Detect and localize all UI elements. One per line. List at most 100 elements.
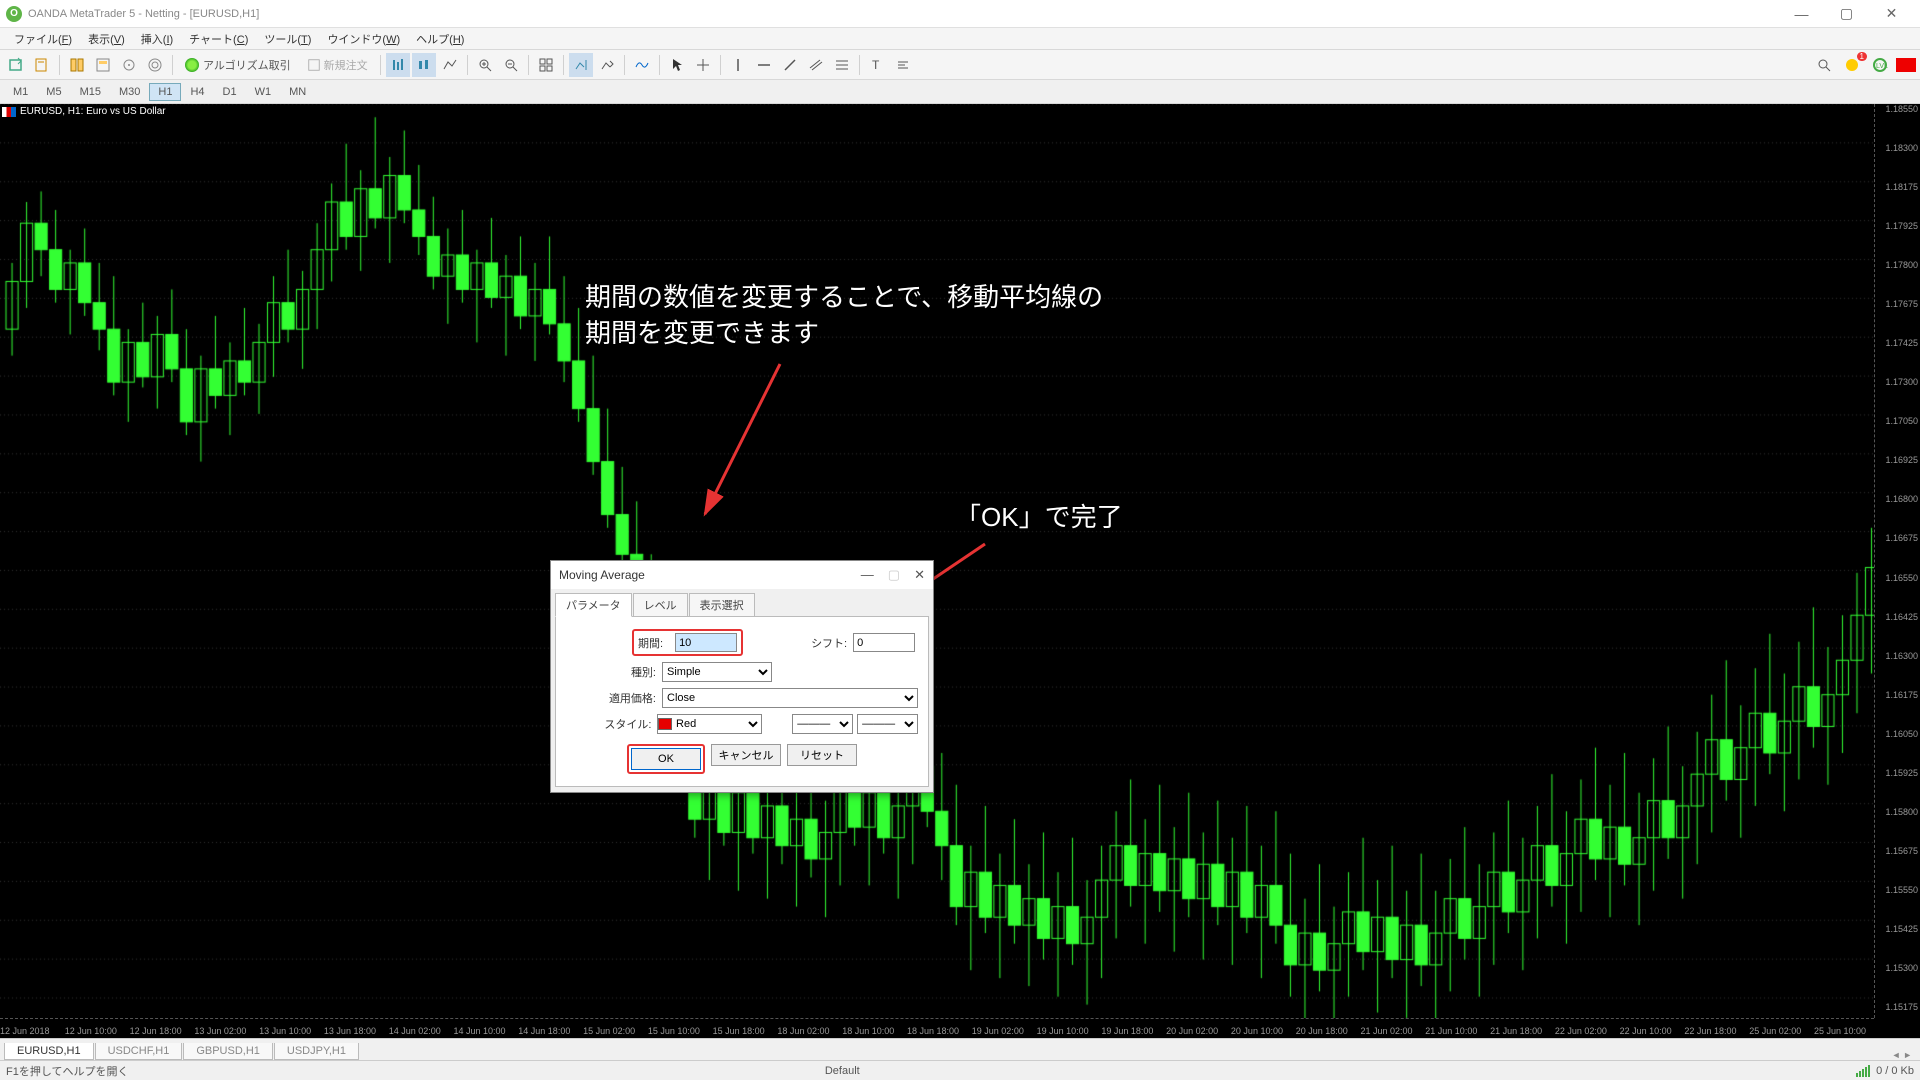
search-button[interactable]	[1812, 53, 1836, 77]
maximize-button[interactable]: ▢	[1824, 0, 1869, 28]
tab-scroll-arrows[interactable]: ◄ ►	[1888, 1050, 1916, 1060]
titlebar: O OANDA MetaTrader 5 - Netting - [EURUSD…	[0, 0, 1920, 28]
price-tick: 1.16300	[1885, 651, 1918, 661]
signals-icon[interactable]: LVL	[1868, 53, 1892, 77]
line-chart-button[interactable]	[438, 53, 462, 77]
style-line-select[interactable]: ———	[792, 714, 853, 734]
status-connection[interactable]: 0 / 0 Kb	[1876, 1065, 1914, 1077]
new-order-button[interactable]: 新規注文	[300, 53, 375, 77]
chart-header: EURUSD, H1: Euro vs US Dollar	[2, 106, 166, 117]
data-window-button[interactable]	[91, 53, 115, 77]
chart-tab-GBPUSD-H1[interactable]: GBPUSD,H1	[183, 1043, 273, 1060]
terminal-button[interactable]	[143, 53, 167, 77]
timeframe-H4[interactable]: H4	[181, 83, 213, 101]
objects-button[interactable]	[891, 53, 915, 77]
menu-ヘルプ[interactable]: ヘルプ(H)	[408, 29, 472, 49]
price-tick: 1.15175	[1885, 1002, 1918, 1012]
reset-button[interactable]: リセット	[787, 744, 857, 766]
timeframe-M30[interactable]: M30	[110, 83, 149, 101]
indicators-button[interactable]	[630, 53, 654, 77]
lang-flag-icon[interactable]	[1896, 58, 1916, 72]
ok-button[interactable]: OK	[631, 748, 701, 770]
autoscroll-button[interactable]	[569, 53, 593, 77]
bar-chart-button[interactable]	[386, 53, 410, 77]
profiles-button[interactable]	[30, 53, 54, 77]
dialog-tabs: パラメータ レベル 表示選択	[551, 589, 933, 617]
dialog-close-button[interactable]: ✕	[914, 567, 925, 583]
price-axis: 1.185501.183001.181751.179251.178001.176…	[1874, 104, 1920, 1018]
menu-チャート[interactable]: チャート(C)	[181, 29, 256, 49]
horizontal-line-button[interactable]	[752, 53, 776, 77]
price-tick: 1.15925	[1885, 768, 1918, 778]
timeframe-H1[interactable]: H1	[149, 83, 181, 101]
ok-highlight-frame: OK	[627, 744, 705, 774]
window-title: OANDA MetaTrader 5 - Netting - [EURUSD,H…	[28, 8, 259, 20]
chart-tab-EURUSD-H1[interactable]: EURUSD,H1	[4, 1043, 94, 1060]
symbol-flag-icon	[2, 107, 16, 117]
timeframe-M1[interactable]: M1	[4, 83, 37, 101]
time-tick: 20 Jun 10:00	[1231, 1026, 1283, 1036]
timeframe-M15[interactable]: M15	[71, 83, 110, 101]
period-input[interactable]	[675, 633, 737, 652]
trend-line-button[interactable]	[778, 53, 802, 77]
zoom-out-button[interactable]	[499, 53, 523, 77]
dialog-maximize-button[interactable]: ▢	[888, 567, 900, 583]
tile-button[interactable]	[534, 53, 558, 77]
tab-levels[interactable]: レベル	[633, 593, 688, 617]
cursor-tool-button[interactable]	[665, 53, 689, 77]
method-select[interactable]: Simple	[662, 662, 772, 682]
minimize-button[interactable]: —	[1779, 0, 1824, 28]
status-profile[interactable]: Default	[825, 1065, 860, 1077]
vertical-line-button[interactable]	[726, 53, 750, 77]
time-tick: 18 Jun 18:00	[907, 1026, 959, 1036]
menu-挿入[interactable]: 挿入(I)	[133, 29, 181, 49]
timeframe-MN[interactable]: MN	[280, 83, 315, 101]
price-tick: 1.16175	[1885, 690, 1918, 700]
crosshair-tool-button[interactable]	[691, 53, 715, 77]
shift-label: シフト:	[811, 635, 853, 651]
price-tick: 1.17050	[1885, 416, 1918, 426]
style-width-select[interactable]: ———	[857, 714, 918, 734]
time-tick: 22 Jun 02:00	[1555, 1026, 1607, 1036]
menu-ウインドウ[interactable]: ウインドウ(W)	[319, 29, 408, 49]
time-tick: 19 Jun 10:00	[1037, 1026, 1089, 1036]
fibo-button[interactable]	[830, 53, 854, 77]
price-tick: 1.18550	[1885, 104, 1918, 114]
shift-input[interactable]	[853, 633, 915, 652]
menu-ファイル[interactable]: ファイル(F)	[6, 29, 80, 49]
chart-tab-USDCHF-H1[interactable]: USDCHF,H1	[95, 1043, 183, 1060]
apply-to-select[interactable]: Close	[662, 688, 918, 708]
chart-shift-button[interactable]	[595, 53, 619, 77]
menu-ツール[interactable]: ツール(T)	[256, 29, 319, 49]
tab-display[interactable]: 表示選択	[689, 593, 755, 617]
timeframe-D1[interactable]: D1	[214, 83, 246, 101]
price-tick: 1.16925	[1885, 455, 1918, 465]
candle-chart-button[interactable]	[412, 53, 436, 77]
time-tick: 12 Jun 18:00	[130, 1026, 182, 1036]
tab-parameters[interactable]: パラメータ	[555, 593, 632, 617]
equidistant-channel-button[interactable]	[804, 53, 828, 77]
zoom-in-button[interactable]	[473, 53, 497, 77]
market-watch-button[interactable]	[65, 53, 89, 77]
close-button[interactable]: ✕	[1869, 0, 1914, 28]
moving-average-dialog: Moving Average — ▢ ✕ パラメータ レベル 表示選択 期間: …	[550, 560, 934, 793]
apply-to-label: 適用価格:	[566, 690, 662, 706]
dialog-titlebar[interactable]: Moving Average — ▢ ✕	[551, 561, 933, 589]
text-label-button[interactable]: T	[865, 53, 889, 77]
menu-表示[interactable]: 表示(V)	[80, 29, 133, 49]
timeframe-W1[interactable]: W1	[246, 83, 281, 101]
menu-bar: ファイル(F)表示(V)挿入(I)チャート(C)ツール(T)ウインドウ(W)ヘル…	[0, 28, 1920, 50]
alerts-badge-icon[interactable]: 1	[1840, 53, 1864, 77]
time-tick: 12 Jun 10:00	[65, 1026, 117, 1036]
navigator-button[interactable]	[117, 53, 141, 77]
new-chart-button[interactable]	[4, 53, 28, 77]
timeframe-M5[interactable]: M5	[37, 83, 70, 101]
chart-area[interactable]: EURUSD, H1: Euro vs US Dollar 1.185501.1…	[0, 104, 1920, 1038]
chart-tab-USDJPY-H1[interactable]: USDJPY,H1	[274, 1043, 359, 1060]
style-color-select[interactable]	[657, 714, 762, 734]
cancel-button[interactable]: キャンセル	[711, 744, 781, 766]
svg-text:T: T	[872, 58, 880, 72]
style-label: スタイル:	[566, 716, 657, 732]
algo-trading-button[interactable]: アルゴリズム取引	[178, 53, 298, 77]
dialog-minimize-button[interactable]: —	[861, 567, 874, 583]
